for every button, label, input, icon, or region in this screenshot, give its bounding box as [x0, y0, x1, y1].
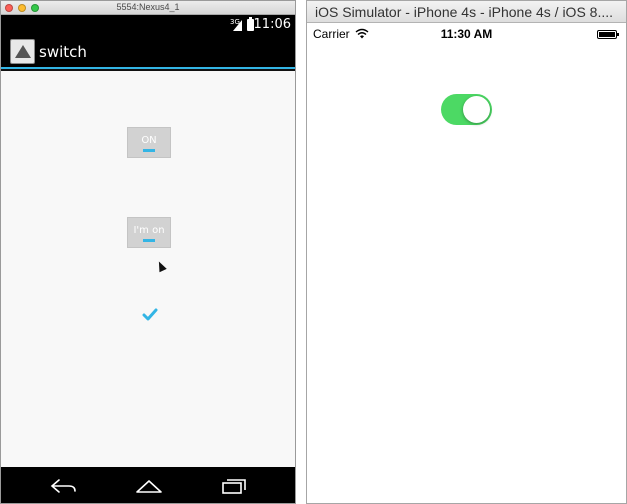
android-emulator-window: 5554:Nexus4_1 3G 11:06 switch ON I'm on	[0, 0, 296, 504]
home-icon[interactable]	[134, 477, 164, 495]
toggle-button-im-on[interactable]: I'm on	[127, 217, 171, 248]
toggle-button-label: I'm on	[133, 225, 165, 236]
android-content: ON I'm on	[1, 71, 295, 467]
toggle-indicator	[143, 149, 155, 152]
ios-status-time: 11:30 AM	[440, 27, 493, 41]
action-bar: switch	[1, 35, 295, 69]
back-icon[interactable]	[49, 477, 77, 495]
android-window-title: 5554:Nexus4_1	[116, 2, 180, 12]
android-status-time: 11:06	[253, 17, 291, 32]
ios-simulator-window: iOS Simulator - iPhone 4s - iPhone 4s / …	[306, 0, 627, 504]
ios-window-title: iOS Simulator - iPhone 4s - iPhone 4s / …	[315, 4, 614, 20]
ios-toggle-switch[interactable]	[441, 94, 492, 125]
checkmark-icon[interactable]	[142, 307, 158, 323]
toggle-button-label: ON	[141, 135, 157, 146]
signal-icon	[233, 20, 242, 31]
ios-status-bar: Carrier 11:30 AM	[307, 25, 626, 45]
switch-knob	[463, 96, 490, 123]
battery-icon	[597, 30, 619, 39]
ios-window-titlebar: iOS Simulator - iPhone 4s - iPhone 4s / …	[307, 1, 626, 23]
app-launcher-icon[interactable]	[10, 39, 35, 64]
android-window-titlebar: 5554:Nexus4_1	[1, 1, 295, 15]
android-status-bar: 3G 11:06	[1, 15, 295, 35]
android-nav-bar	[1, 467, 295, 503]
recents-icon[interactable]	[220, 477, 248, 495]
toggle-indicator	[143, 239, 155, 242]
mouse-cursor-icon	[155, 259, 167, 273]
action-bar-title: switch	[39, 43, 87, 61]
toggle-button-on[interactable]: ON	[127, 127, 171, 158]
